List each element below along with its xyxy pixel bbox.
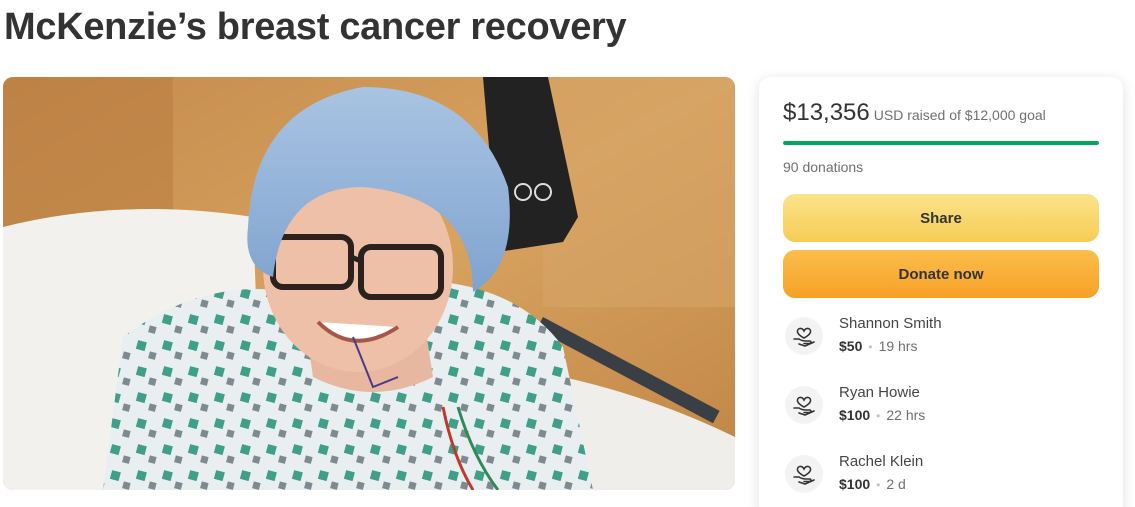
donation-card: $13,356 USD raised of $12,000 goal 90 don…: [759, 77, 1123, 507]
campaign-title: McKenzie’s breast cancer recovery: [4, 6, 627, 48]
donor-meta: $50 • 19 hrs: [839, 338, 917, 354]
donor-amount: $100: [839, 407, 871, 423]
donor-time: 19 hrs: [878, 338, 918, 354]
donor-list-item: Shannon Smith $50 • 19 hrs: [783, 315, 1103, 359]
share-button[interactable]: Share: [783, 194, 1099, 242]
hero-photo-illustration: [3, 77, 735, 490]
heart-hand-icon: [785, 317, 823, 355]
donor-name: Rachel Klein: [839, 453, 924, 470]
separator-dot: •: [868, 340, 873, 354]
campaign-hero-image[interactable]: [3, 77, 735, 490]
heart-hand-icon: [785, 386, 823, 424]
donor-amount: $100: [839, 476, 871, 492]
goal-progress-fill: [783, 141, 1099, 145]
heart-hand-icon: [785, 455, 823, 493]
separator-dot: •: [876, 409, 881, 423]
raised-amount: $13,356: [783, 99, 870, 126]
donation-count: 90 donations: [783, 159, 864, 175]
donor-name: Shannon Smith: [839, 315, 942, 332]
campaign-page: McKenzie’s breast cancer recovery $13,35…: [0, 0, 1135, 507]
donor-amount: $50: [839, 338, 863, 354]
donor-meta: $100 • 2 d: [839, 476, 906, 492]
donor-list-item: Ryan Howie $100 • 22 hrs: [783, 384, 1103, 428]
donor-list-item: Rachel Klein $100 • 2 d: [783, 453, 1103, 497]
raised-summary: $13,356 USD raised of $12,000 goal: [783, 99, 1046, 127]
donor-time: 2 d: [886, 476, 906, 492]
donate-now-button[interactable]: Donate now: [783, 250, 1099, 298]
donor-name: Ryan Howie: [839, 384, 920, 401]
donor-time: 22 hrs: [886, 407, 926, 423]
donor-meta: $100 • 22 hrs: [839, 407, 925, 423]
goal-progress-bar: [783, 141, 1099, 145]
separator-dot: •: [876, 478, 881, 492]
raised-goal-text: USD raised of $12,000 goal: [873, 107, 1046, 123]
